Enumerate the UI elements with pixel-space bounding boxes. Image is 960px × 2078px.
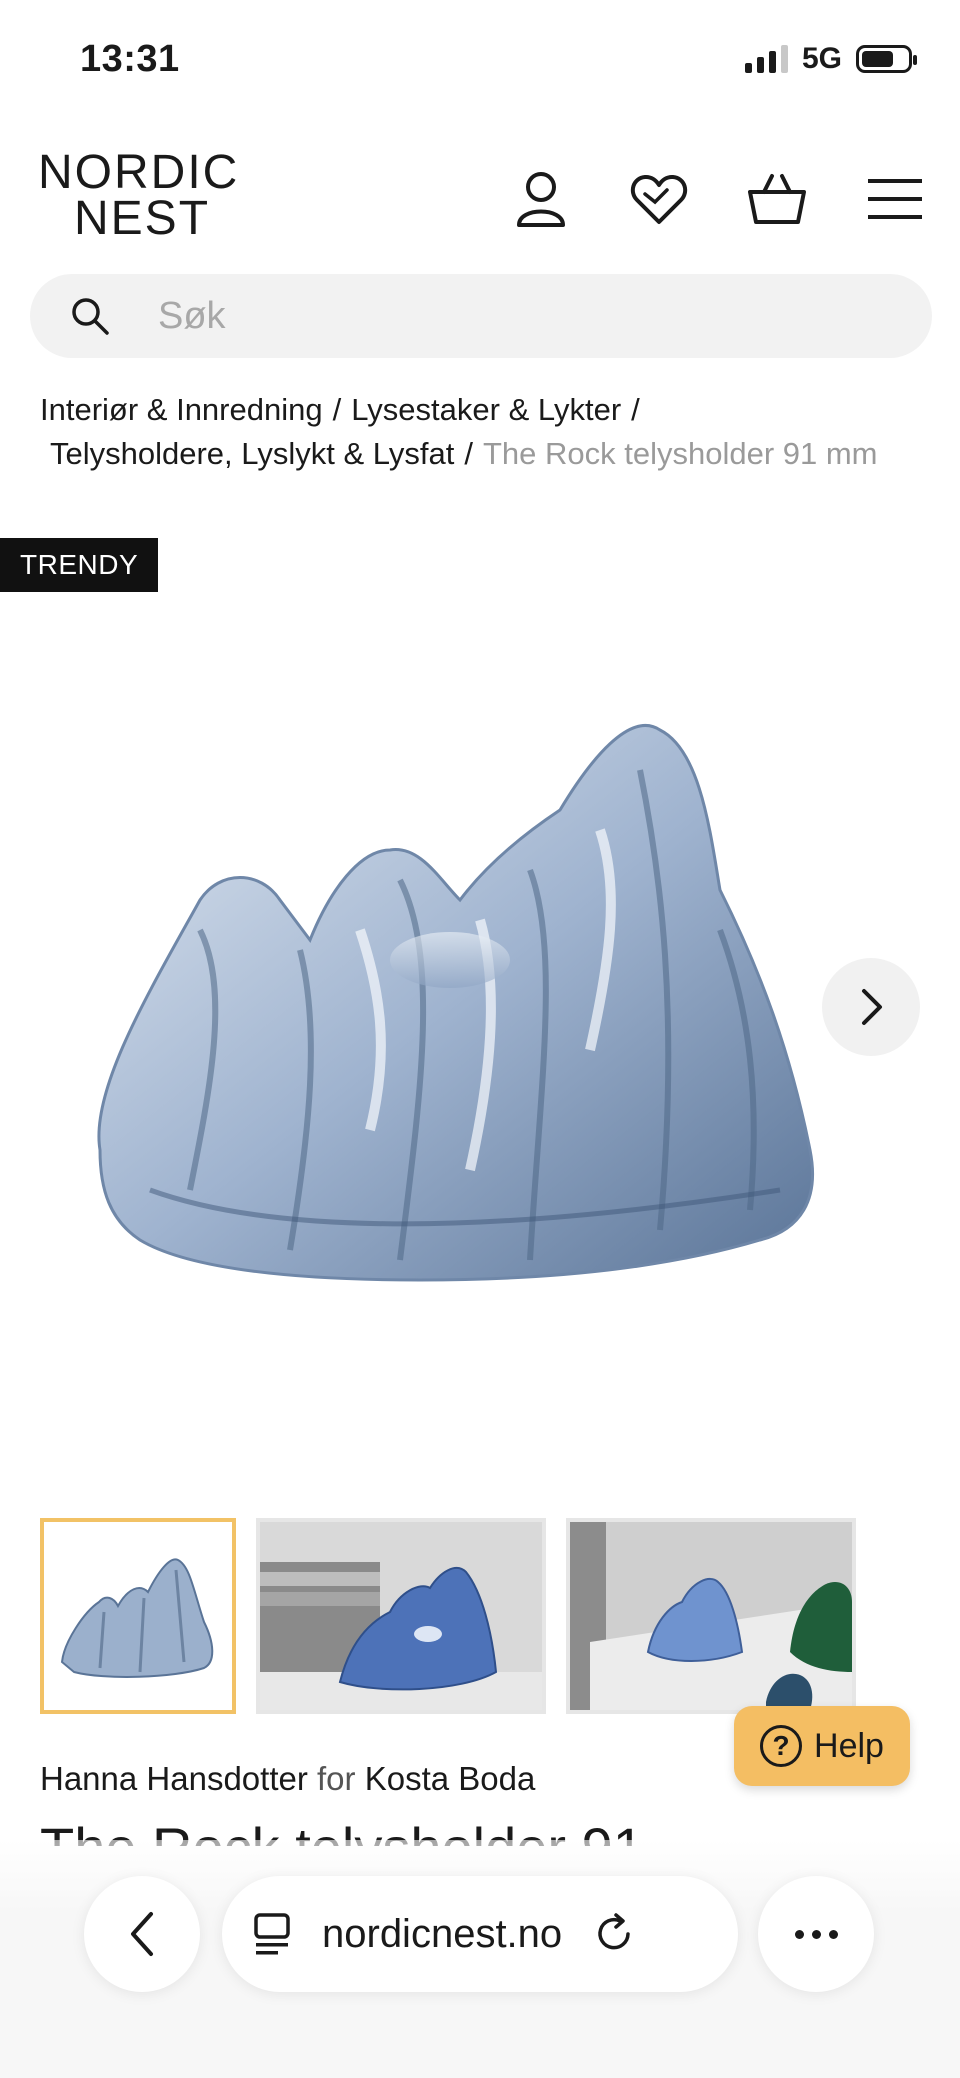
search-input[interactable] xyxy=(158,294,858,338)
more-dot xyxy=(794,1929,804,1939)
reload-icon[interactable] xyxy=(592,1912,636,1956)
network-label: 5G xyxy=(801,42,842,75)
designer-for-word: for xyxy=(317,1760,356,1797)
breadcrumb: Interiør & Innredning / Lysestaker & Lyk… xyxy=(40,388,930,476)
basket-icon[interactable] xyxy=(742,164,812,234)
heart-icon[interactable] xyxy=(624,164,694,234)
status-bar: 13:31 5G xyxy=(0,0,960,120)
thumbnail-strip xyxy=(40,1518,856,1714)
breadcrumb-link-tealight-holders[interactable]: Telysholdere, Lyslykt & Lysfat xyxy=(50,432,454,476)
next-image-button[interactable] xyxy=(822,958,920,1056)
header-actions xyxy=(506,164,930,234)
thumbnail-2[interactable] xyxy=(256,1518,546,1714)
status-time: 13:31 xyxy=(80,38,180,80)
signal-icon xyxy=(744,45,788,73)
chevron-right-icon xyxy=(862,989,882,1025)
browser-url-bar[interactable]: nordicnest.no xyxy=(222,1876,738,1992)
breadcrumb-separator: / xyxy=(464,436,473,471)
breadcrumb-separator: / xyxy=(332,392,342,427)
status-indicators: 5G xyxy=(744,42,917,76)
logo-line-2: NEST xyxy=(74,192,211,245)
browser-more-button[interactable] xyxy=(758,1876,874,1992)
page-menu-icon[interactable] xyxy=(252,1912,292,1956)
thumbnail-1[interactable] xyxy=(40,1518,236,1714)
site-header: NORDIC NEST xyxy=(0,140,960,260)
brand-link[interactable]: Kosta Boda xyxy=(365,1760,536,1797)
battery-icon xyxy=(856,45,917,73)
thumbnail-3[interactable] xyxy=(566,1518,856,1714)
question-icon: ? xyxy=(760,1725,803,1767)
help-button[interactable]: ? Help xyxy=(734,1706,910,1786)
nordic-nest-logo[interactable]: NORDIC NEST xyxy=(38,146,240,245)
breadcrumb-link-interior[interactable]: Interiør & Innredning xyxy=(40,388,323,432)
product-main-image[interactable] xyxy=(60,630,900,1350)
menu-icon[interactable] xyxy=(860,164,930,234)
browser-back-button[interactable] xyxy=(84,1876,200,1992)
help-label: Help xyxy=(814,1726,884,1765)
breadcrumb-link-candle-holders[interactable]: Lysestaker & Lykter xyxy=(351,388,621,432)
search-icon xyxy=(72,298,109,335)
logo-line-1: NORDIC xyxy=(38,146,240,199)
browser-url-text[interactable]: nordicnest.no xyxy=(322,1912,562,1957)
designer-link[interactable]: Hanna Hansdotter xyxy=(40,1760,308,1797)
user-icon[interactable] xyxy=(506,164,576,234)
trendy-badge: TRENDY xyxy=(0,538,159,592)
more-dot xyxy=(811,1929,821,1939)
chevron-left-icon xyxy=(131,1912,153,1956)
breadcrumb-current: The Rock telysholder 91 mm xyxy=(482,436,878,471)
breadcrumb-separator: / xyxy=(631,392,640,427)
search-bar[interactable] xyxy=(30,274,932,358)
more-dot xyxy=(828,1929,838,1939)
designer-line: Hanna Hansdotter for Kosta Boda xyxy=(40,1760,535,1798)
